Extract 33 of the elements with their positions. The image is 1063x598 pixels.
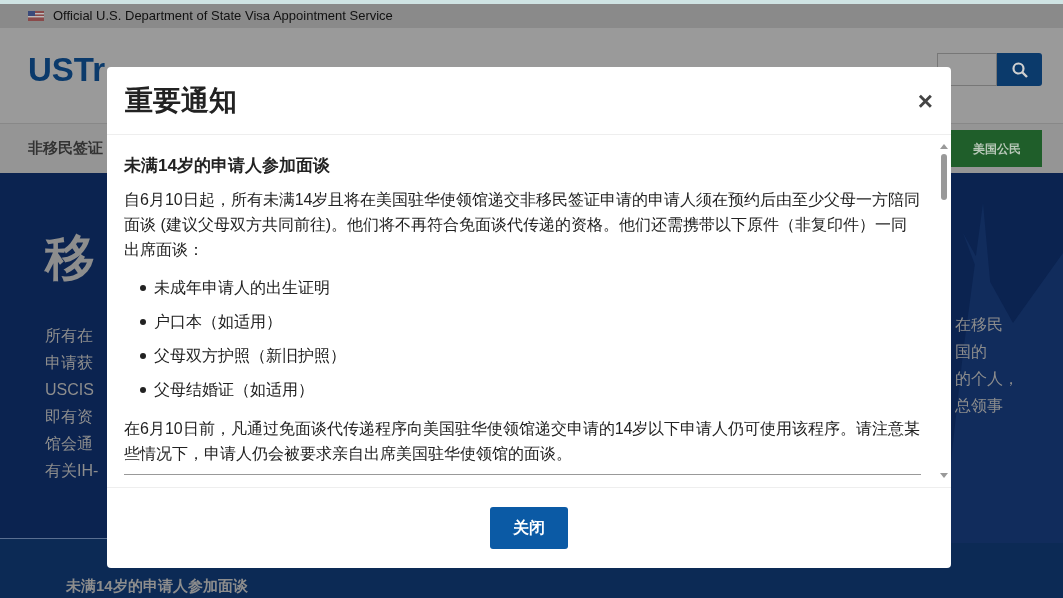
notice-heading: 未满14岁的申请人参加面谈 bbox=[124, 155, 331, 177]
close-dialog-button[interactable]: 关闭 bbox=[490, 507, 568, 549]
nav-item[interactable]: 非移民签证 bbox=[28, 137, 103, 160]
nav-button[interactable]: 美国公民 bbox=[951, 130, 1042, 168]
list-item: 未成年申请人的出生证明 bbox=[154, 278, 330, 298]
section-heading: 未满14岁的申请人参加面谈 bbox=[66, 577, 248, 594]
hero-text: 的个人， bbox=[955, 368, 1020, 389]
hero-text: USCIS bbox=[45, 379, 95, 400]
flag-icon bbox=[28, 10, 44, 21]
search-icon bbox=[1011, 61, 1028, 78]
hero-text: 在移民 bbox=[955, 314, 1004, 335]
hero-text: 即有资 bbox=[45, 406, 94, 427]
hero-text: 申请获 bbox=[45, 352, 94, 373]
close-button[interactable]: × bbox=[917, 87, 933, 114]
hero-text: 总领事 bbox=[955, 395, 1004, 416]
hero-text: 国的 bbox=[955, 341, 988, 362]
dialog-title: 重要通知 bbox=[125, 82, 237, 119]
hero-text: 馆会通 bbox=[45, 433, 94, 454]
site-logo: USTr bbox=[28, 49, 106, 90]
list-item: 户口本（如适用） bbox=[154, 312, 282, 332]
bullet-icon bbox=[140, 318, 146, 325]
bullet-icon bbox=[140, 386, 146, 393]
bullet-icon bbox=[140, 284, 146, 291]
bullet-icon bbox=[140, 352, 146, 359]
notice-paragraph: 自6月10日起，所有未满14岁且将在美国驻华使领馆递交非移民签证申请的申请人须在预约后由至少父母一方陪同面谈 (建议父母双方共同前往)。他们将不再符合免面谈代传递的资格。他们还需携带以下原件（非复印件）一同出席面谈： bbox=[124, 190, 921, 260]
hero-text: 有关IH- bbox=[45, 460, 100, 481]
hero-heading: 移 bbox=[45, 227, 96, 288]
search-button[interactable] bbox=[997, 53, 1042, 86]
list-item: 父母结婚证（如适用） bbox=[154, 380, 314, 400]
notice-paragraph: 在6月10日前，凡通过免面谈代传递程序向美国驻华使领馆递交申请的14岁以下申请人仍可使用该程序。请注意某些情况下，申请人仍会被要求亲自出席美国驻华使领馆的面谈。 bbox=[124, 419, 921, 464]
hero-text: 所有在 bbox=[45, 325, 94, 346]
official-notice: Official U.S. Department of State Visa Appointment Service bbox=[53, 7, 393, 26]
list-item: 父母双方护照（新旧护照） bbox=[154, 346, 346, 366]
